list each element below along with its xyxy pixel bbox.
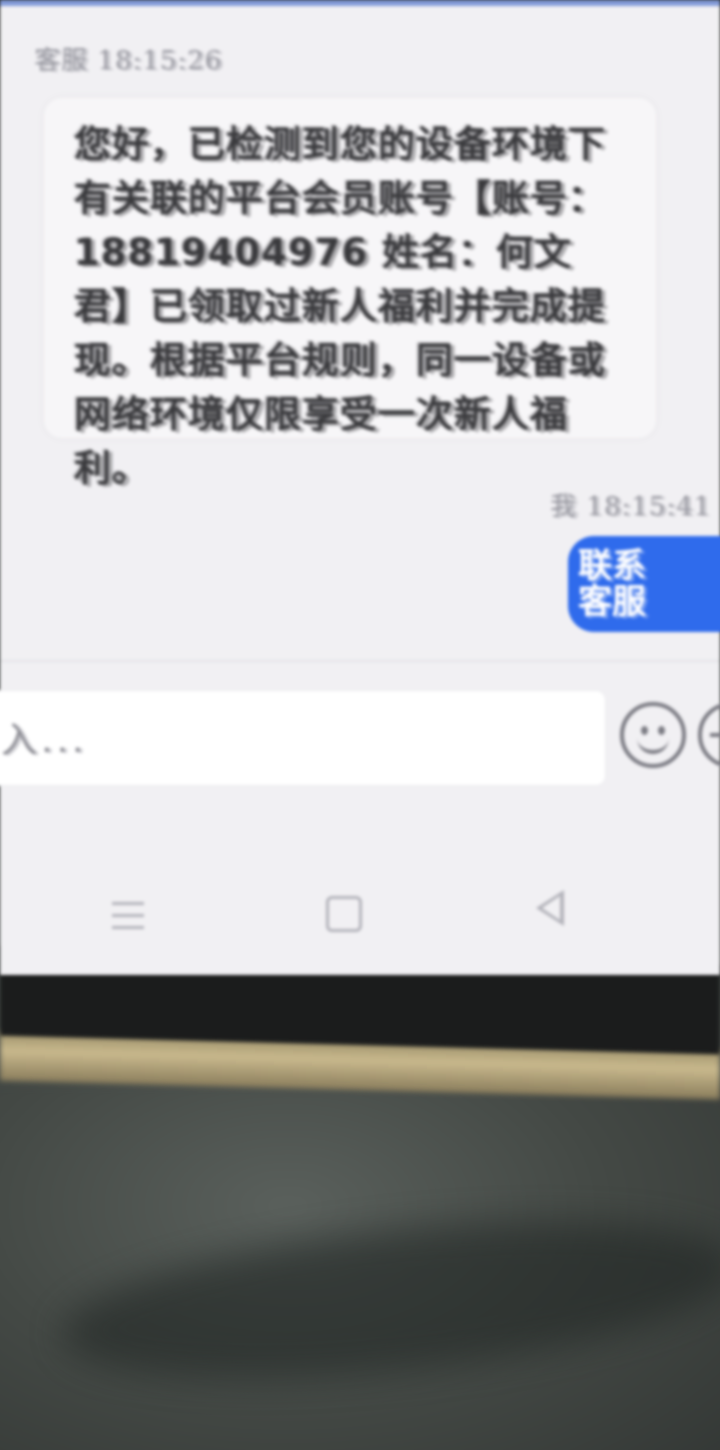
user-message-meta: 我 18:15:41 (550, 486, 711, 523)
agent-message-bubble: 您好，已检测到您的设备环境下有关联的平台会员账号【账号：18819404976 … (44, 98, 656, 490)
square-home-icon[interactable] (326, 896, 362, 932)
agent-sender: 客服 (34, 46, 89, 76)
phone-screen: 客服 18:15:26 您好，已检测到您的设备环境下有关联的平台会员账号【账号：… (0, 0, 720, 975)
smiley-face-icon[interactable] (620, 702, 686, 768)
triangle-back-icon[interactable] (536, 890, 564, 926)
message-input[interactable]: 入... (0, 690, 606, 786)
user-time: 18:15:41 (586, 492, 712, 522)
message-input-placeholder: 入... (1, 720, 88, 761)
agent-message-text: 您好，已检测到您的设备环境下有关联的平台会员账号【账号：18819404976 … (74, 123, 606, 490)
menu-lines-icon[interactable] (112, 902, 144, 932)
plus-circle-icon[interactable] (698, 702, 720, 768)
photo-scene: 客服 18:15:26 您好，已检测到您的设备环境下有关联的平台会员账号【账号：… (0, 0, 720, 1450)
system-nav-bar (0, 850, 720, 975)
agent-message-meta: 客服 18:15:26 (34, 40, 222, 77)
user-message-bubble[interactable]: 联系客服 (568, 536, 720, 632)
emoji-mouth (637, 728, 669, 754)
user-message-text: 联系客服 (578, 546, 646, 622)
agent-time: 18:15:26 (97, 46, 223, 76)
screen-top-bar (0, 0, 720, 6)
user-sender: 我 (550, 492, 578, 522)
composer-divider (0, 660, 720, 662)
